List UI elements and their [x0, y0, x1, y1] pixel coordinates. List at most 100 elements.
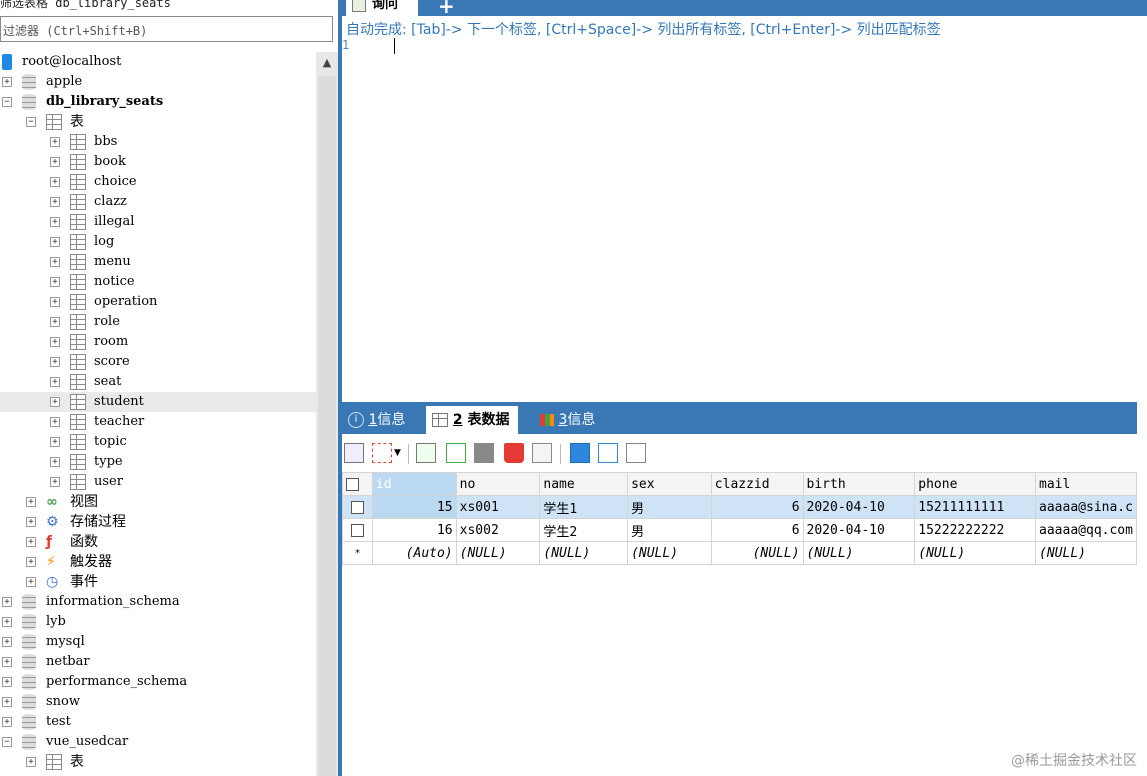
- query-tab[interactable]: 询问: [346, 0, 418, 16]
- cell-id[interactable]: 15: [371, 495, 457, 519]
- cell-no[interactable]: xs002: [455, 518, 541, 542]
- expand-icon[interactable]: +: [50, 137, 60, 147]
- cell-phone[interactable]: 15222222222: [914, 518, 1037, 542]
- column-header-no[interactable]: no: [455, 472, 541, 496]
- column-header-phone[interactable]: phone: [914, 472, 1037, 496]
- expand-icon[interactable]: +: [50, 157, 60, 167]
- tree-item-log[interactable]: + log: [0, 232, 316, 252]
- cell-phone[interactable]: 15211111111: [914, 495, 1037, 519]
- cell-id[interactable]: 16: [371, 518, 457, 542]
- cell-name[interactable]: 学生1: [539, 495, 629, 519]
- tab-info-3[interactable]: 3信息: [540, 406, 595, 434]
- new-cell-id[interactable]: (Auto): [371, 541, 457, 565]
- save-icon[interactable]: [474, 443, 494, 463]
- tree-item-seat[interactable]: + seat: [0, 372, 316, 392]
- insert-row-icon[interactable]: [344, 443, 364, 463]
- expand-icon[interactable]: +: [26, 757, 36, 767]
- expand-icon[interactable]: +: [50, 217, 60, 227]
- expand-icon[interactable]: +: [50, 357, 60, 367]
- cancel-icon[interactable]: [532, 443, 552, 463]
- tree-item-topic[interactable]: + topic: [0, 432, 316, 452]
- refresh-icon[interactable]: [446, 443, 466, 463]
- table-row[interactable]: 16 xs002 学生2 男 6 2020-04-10 15222222222 aaaaa@q…: [342, 518, 1137, 542]
- column-header-id[interactable]: id: [371, 472, 457, 496]
- cell-sex[interactable]: 男: [627, 518, 712, 542]
- collapse-icon[interactable]: −: [2, 737, 12, 747]
- cell-mail[interactable]: aaaaa@sina.c: [1035, 495, 1137, 519]
- tree-item-mysql[interactable]: + mysql: [0, 632, 316, 652]
- expand-icon[interactable]: +: [50, 297, 60, 307]
- expand-icon[interactable]: +: [2, 697, 12, 707]
- expand-icon[interactable]: +: [2, 677, 12, 687]
- cell-mail[interactable]: aaaaa@qq.com: [1035, 518, 1137, 542]
- tree-item-type[interactable]: + type: [0, 452, 316, 472]
- expand-icon[interactable]: +: [50, 377, 60, 387]
- tree-item-netbar[interactable]: + netbar: [0, 652, 316, 672]
- expand-icon[interactable]: +: [50, 437, 60, 447]
- tree-item-book[interactable]: + book: [0, 152, 316, 172]
- expand-icon[interactable]: +: [26, 557, 36, 567]
- expand-icon[interactable]: +: [50, 317, 60, 327]
- expand-icon[interactable]: +: [50, 477, 60, 487]
- tree-item-22[interactable]: + ∞ 视图: [0, 492, 316, 512]
- tree-item-rootlocalhost[interactable]: root@localhost: [0, 52, 316, 72]
- expand-icon[interactable]: +: [50, 237, 60, 247]
- tree-item-choice[interactable]: + choice: [0, 172, 316, 192]
- row-checkbox[interactable]: [342, 518, 373, 542]
- new-cell-clazzid[interactable]: (NULL): [710, 541, 804, 565]
- tab-table-data[interactable]: 2 表数据: [426, 406, 518, 434]
- tree-item-3[interactable]: − 表: [0, 112, 316, 132]
- column-header-mail[interactable]: mail: [1035, 472, 1137, 496]
- tree-item-notice[interactable]: + notice: [0, 272, 316, 292]
- tree-item-26[interactable]: + ◷ 事件: [0, 572, 316, 592]
- new-cell-name[interactable]: (NULL): [539, 541, 629, 565]
- expand-icon[interactable]: +: [50, 417, 60, 427]
- tree-item-student[interactable]: + student: [0, 392, 316, 412]
- tree-item-test[interactable]: + test: [0, 712, 316, 732]
- tree-item-snow[interactable]: + snow: [0, 692, 316, 712]
- scroll-thumb[interactable]: [318, 76, 336, 776]
- expand-icon[interactable]: +: [2, 637, 12, 647]
- expand-icon[interactable]: +: [50, 457, 60, 467]
- table-row[interactable]: 15 xs001 学生1 男 6 2020-04-10 15211111111 aaaaa@s…: [342, 495, 1137, 519]
- tree-item-illegal[interactable]: + illegal: [0, 212, 316, 232]
- tree-item-24[interactable]: + ƒ 函数: [0, 532, 316, 552]
- tree-item-teacher[interactable]: + teacher: [0, 412, 316, 432]
- expand-icon[interactable]: +: [50, 337, 60, 347]
- tree-item-lyb[interactable]: + lyb: [0, 612, 316, 632]
- expand-icon[interactable]: +: [2, 617, 12, 627]
- new-row[interactable]: * (Auto) (NULL) (NULL) (NULL) (NULL) (NULL) (NU…: [342, 541, 1137, 565]
- text-view-icon[interactable]: [626, 443, 646, 463]
- column-header-sex[interactable]: sex: [627, 472, 712, 496]
- new-cell-sex[interactable]: (NULL): [627, 541, 712, 565]
- expand-icon[interactable]: +: [2, 657, 12, 667]
- tab-info-1[interactable]: i 1信息: [348, 406, 405, 434]
- row-checkbox[interactable]: [342, 495, 373, 519]
- add-row-icon[interactable]: [416, 443, 436, 463]
- delete-icon[interactable]: [504, 443, 524, 463]
- column-header-birth[interactable]: birth: [802, 472, 916, 496]
- scroll-up-icon[interactable]: ▲: [316, 52, 338, 74]
- duplicate-row-icon[interactable]: [372, 443, 392, 463]
- new-cell-birth[interactable]: (NULL): [802, 541, 916, 565]
- filter-input[interactable]: 过滤器 (Ctrl+Shift+B): [0, 16, 333, 42]
- cell-birth[interactable]: 2020-04-10: [802, 495, 916, 519]
- expand-icon[interactable]: +: [2, 77, 12, 87]
- collapse-icon[interactable]: −: [26, 117, 36, 127]
- column-header-name[interactable]: name: [539, 472, 629, 496]
- cell-clazzid[interactable]: 6: [710, 518, 804, 542]
- tree-item-role[interactable]: + role: [0, 312, 316, 332]
- expand-icon[interactable]: +: [26, 577, 36, 587]
- expand-icon[interactable]: +: [2, 717, 12, 727]
- expand-icon[interactable]: +: [26, 537, 36, 547]
- column-header-clazzid[interactable]: clazzid: [710, 472, 804, 496]
- collapse-icon[interactable]: −: [2, 97, 12, 107]
- select-all-checkbox[interactable]: [342, 472, 373, 496]
- tree-item-25[interactable]: + ⚡ 触发器: [0, 552, 316, 572]
- tree-item-clazz[interactable]: + clazz: [0, 192, 316, 212]
- tree-item-operation[interactable]: + operation: [0, 292, 316, 312]
- tree-scrollbar[interactable]: ▲: [316, 52, 338, 776]
- cell-clazzid[interactable]: 6: [710, 495, 804, 519]
- expand-icon[interactable]: +: [50, 197, 60, 207]
- expand-icon[interactable]: +: [50, 277, 60, 287]
